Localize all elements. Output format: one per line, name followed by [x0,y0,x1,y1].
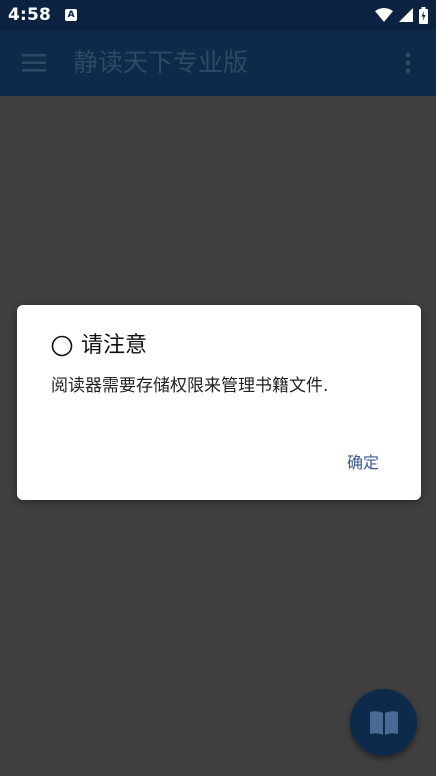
open-book-fab[interactable] [350,689,417,756]
status-bar: 4:58 A [0,0,436,30]
app-bar: 静读天下专业版 [0,30,436,96]
signal-icon [399,8,413,22]
status-icons [375,6,428,24]
more-vert-icon[interactable] [404,52,412,74]
permission-dialog: 请注意 阅读器需要存储权限来管理书籍文件. 确定 [17,305,421,500]
status-time: 4:58 [8,5,52,25]
open-book-icon [369,710,398,735]
app-title: 静读天下专业版 [73,48,249,77]
dialog-title: 请注意 [81,333,148,358]
wifi-icon [375,8,393,22]
circle-icon [51,335,73,357]
menu-icon[interactable] [22,54,46,72]
battery-icon [419,6,428,24]
app-screen: 4:58 A 静读天下专业版 请注意 阅读器需要存储权限来管理书籍文件. 确定 [0,0,436,776]
notification-badge-icon: A [65,9,78,21]
dialog-message: 阅读器需要存储权限来管理书籍文件. [51,376,329,396]
ok-button[interactable]: 确定 [339,448,387,478]
dialog-header: 请注意 [51,331,147,361]
